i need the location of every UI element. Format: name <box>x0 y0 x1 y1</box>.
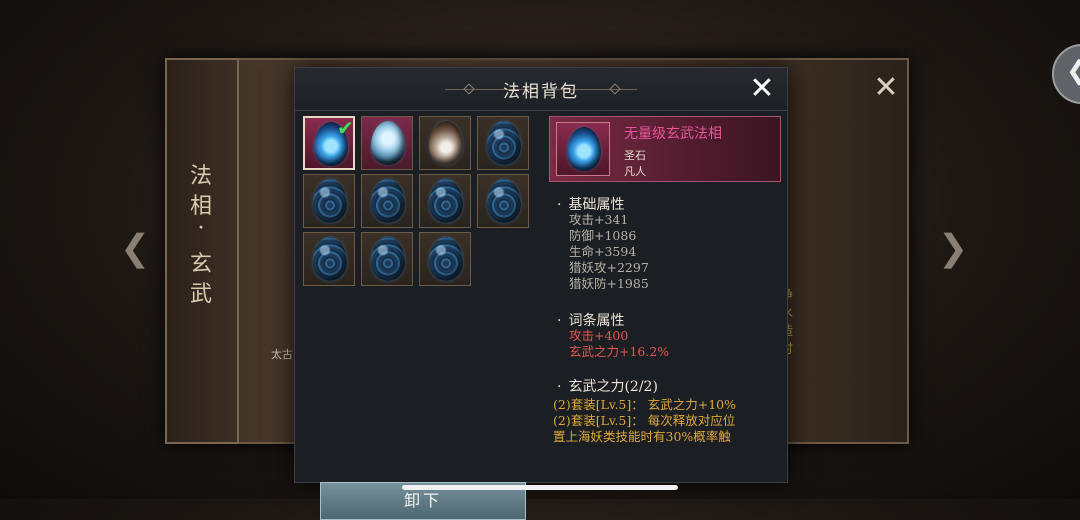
dialog-title: 法相背包 <box>503 82 579 102</box>
prev-arrow-icon[interactable]: ❮ <box>120 228 150 269</box>
base-stat: 猎妖防+1985 <box>569 276 649 291</box>
close-icon[interactable]: ✕ <box>747 74 777 104</box>
banner-title-char: 法 <box>189 164 212 189</box>
base-attributes-title: 基础属性 <box>557 194 624 214</box>
inventory-slot[interactable] <box>477 116 529 170</box>
dialog-header: 法相背包 ✕ <box>295 68 787 111</box>
flame-egg-icon <box>567 127 601 171</box>
inventory-slot[interactable] <box>303 232 355 286</box>
inventory-slot[interactable] <box>303 174 355 228</box>
lotus-egg-icon <box>429 121 463 165</box>
item-header-card: 无量级玄武法相 圣石 凡人 <box>549 116 781 182</box>
set-bonus-title: 玄武之力(2/2) <box>557 376 657 396</box>
base-stat: 猎妖攻+2297 <box>569 260 649 275</box>
blue-scale-egg-icon <box>313 179 347 223</box>
crystal-egg-icon <box>371 121 405 165</box>
blue-scale-egg-icon <box>429 237 463 281</box>
affix-stat: 玄武之力+16.2% <box>569 344 670 359</box>
faxiang-bag-dialog: 法相背包 ✕ ✔ 卸下 无量级玄武法相 圣石 凡人 · 基础属性 攻击+341 … <box>294 67 788 520</box>
inventory-slot[interactable] <box>419 232 471 286</box>
inventory-slot[interactable] <box>361 232 413 286</box>
item-name: 无量级玄武法相 <box>624 126 722 142</box>
item-detail-panel: 无量级玄武法相 圣石 凡人 基础属性 攻击+341 防御+1086 生命+359… <box>547 116 783 480</box>
inventory-slot[interactable] <box>419 116 471 170</box>
background-close-icon[interactable]: ✕ <box>872 73 900 103</box>
inventory-slot[interactable] <box>361 174 413 228</box>
blue-scale-egg-icon <box>487 121 521 165</box>
blue-scale-egg-icon <box>313 237 347 281</box>
equipped-check-icon: ✔ <box>337 116 354 140</box>
banner-title-char: 玄 <box>189 252 212 277</box>
next-arrow-icon[interactable]: ❯ <box>938 228 968 269</box>
inventory-slot[interactable] <box>477 174 529 228</box>
home-indicator[interactable] <box>402 485 678 490</box>
item-type: 圣石 <box>624 149 646 162</box>
background-label: 太古 <box>271 348 293 361</box>
inventory-slot[interactable] <box>361 116 413 170</box>
blue-scale-egg-icon <box>487 179 521 223</box>
base-stat: 生命+3594 <box>569 244 637 259</box>
banner-title-char: · <box>197 216 205 241</box>
banner-title-char: 武 <box>189 282 212 307</box>
inventory-slot[interactable] <box>419 174 471 228</box>
affix-attributes-title: 词条属性 <box>557 310 624 330</box>
side-menu-button[interactable]: ❮ <box>1052 44 1080 104</box>
inventory-grid: ✔ 卸下 <box>303 116 535 520</box>
inventory-slot[interactable]: ✔ <box>303 116 355 170</box>
blue-scale-egg-icon <box>371 179 405 223</box>
set-bonus-line: 置上海妖类技能时有30%概率触 <box>553 429 731 444</box>
chevron-left-icon: ❮ <box>1066 56 1080 86</box>
blue-scale-egg-icon <box>429 179 463 223</box>
base-stat: 防御+1086 <box>569 228 637 243</box>
affix-stat: 攻击+400 <box>569 328 629 343</box>
item-thumbnail <box>556 122 610 176</box>
item-rank: 凡人 <box>624 165 646 178</box>
blue-scale-egg-icon <box>371 237 405 281</box>
base-stat: 攻击+341 <box>569 212 629 227</box>
